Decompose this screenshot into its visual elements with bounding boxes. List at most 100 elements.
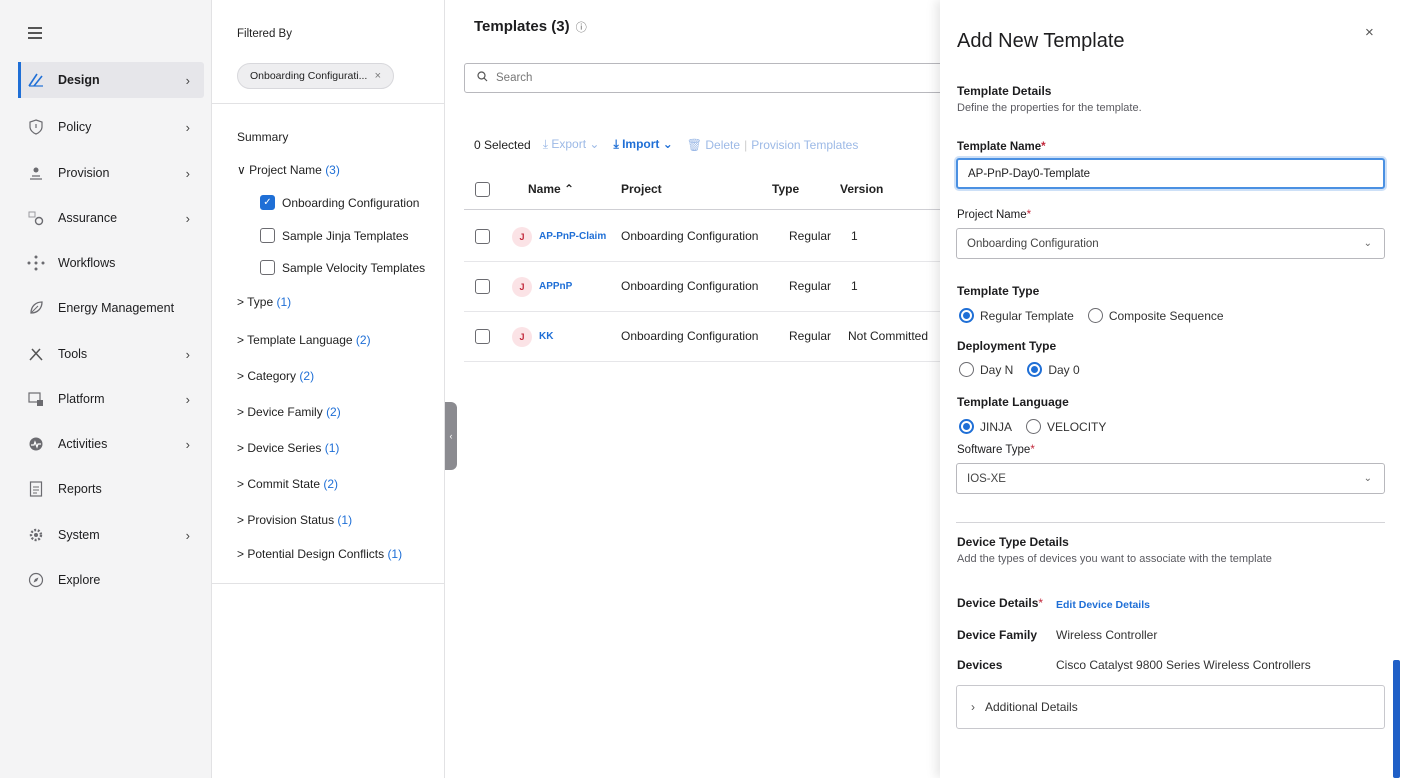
facet-provision-status[interactable]: > Provision Status (1): [237, 513, 352, 527]
add-template-drawer: Add New Template × Template Details Defi…: [940, 0, 1410, 778]
scrollbar[interactable]: [1393, 660, 1400, 778]
facet-count: (3): [325, 163, 340, 177]
facet-device-series[interactable]: > Device Series (1): [237, 441, 339, 455]
software-type-label: Software Type*: [957, 444, 1035, 456]
facet-commit-state[interactable]: > Commit State (2): [237, 477, 338, 491]
radio-velocity[interactable]: [1026, 419, 1042, 434]
nav-item-policy[interactable]: Policy ›: [18, 109, 204, 145]
facet-template-language[interactable]: > Template Language (2): [237, 333, 371, 347]
nav-item-design[interactable]: Design ›: [18, 62, 204, 98]
export-button[interactable]: ⤓ Export ⌄: [543, 137, 600, 152]
project-name-select[interactable]: Onboarding Configuration ⌄: [956, 228, 1385, 259]
info-icon[interactable]: ⓘ: [576, 22, 587, 34]
facet-category[interactable]: > Category (2): [237, 369, 314, 383]
radio-day-n[interactable]: [959, 362, 974, 377]
facet-label: Category: [247, 369, 297, 383]
facet-potential-design-conflicts[interactable]: > Potential Design Conflicts (1): [237, 547, 402, 561]
nav-label: Platform: [58, 392, 105, 406]
nav-item-reports[interactable]: Reports: [18, 471, 204, 507]
platform-icon: [26, 389, 46, 409]
close-icon[interactable]: ×: [375, 70, 381, 82]
selected-count: 0 Selected: [474, 137, 531, 152]
radio-label: Day 0: [1048, 362, 1080, 377]
nav-item-tools[interactable]: Tools ›: [18, 336, 204, 372]
facet-type[interactable]: > Type (1): [237, 295, 291, 309]
column-project[interactable]: Project: [621, 182, 662, 196]
search-input[interactable]: Search: [464, 63, 954, 93]
jinja-badge: J: [512, 277, 532, 297]
radio-regular-template[interactable]: [959, 308, 974, 323]
provision-templates-button[interactable]: Provision Templates: [751, 138, 858, 152]
chevron-right-icon: ›: [185, 165, 190, 181]
row-checkbox[interactable]: [475, 229, 490, 244]
facet-label: Template Language: [247, 333, 353, 347]
nav-item-platform[interactable]: Platform ›: [18, 381, 204, 417]
option-label: Onboarding Configuration: [282, 195, 420, 210]
close-icon[interactable]: ×: [1365, 24, 1374, 41]
column-version[interactable]: Version: [840, 182, 883, 196]
column-type[interactable]: Type: [772, 182, 799, 196]
column-name[interactable]: Name ⌃: [528, 182, 574, 196]
table-row[interactable]: J KK Onboarding Configuration Regular No…: [464, 312, 958, 362]
template-name-field[interactable]: AP-PnP-Day0-Template: [956, 158, 1385, 189]
edit-device-details-link[interactable]: Edit Device Details: [1056, 599, 1150, 611]
radio-jinja[interactable]: [959, 419, 974, 434]
radio-composite-sequence[interactable]: [1087, 308, 1103, 323]
row-checkbox[interactable]: [475, 279, 490, 294]
devices-value: Cisco Catalyst 9800 Series Wireless Cont…: [1056, 658, 1311, 672]
row-checkbox[interactable]: [475, 329, 490, 344]
select-all-checkbox[interactable]: [475, 182, 490, 197]
chevron-right-icon: >: [237, 477, 245, 491]
table-row[interactable]: J AP-PnP-Claim Onboarding Configuration …: [464, 212, 958, 262]
nav-label: Policy: [58, 120, 92, 134]
software-type-select[interactable]: IOS-XE ⌄: [956, 463, 1385, 494]
cell-project: Onboarding Configuration: [621, 229, 759, 243]
template-name-link[interactable]: APPnP: [539, 281, 572, 292]
activities-icon: [26, 434, 46, 454]
template-name-link[interactable]: AP-PnP-Claim: [539, 231, 606, 242]
option-onboarding-configuration[interactable]: ✓ Onboarding Configuration: [260, 195, 419, 210]
filter-chip[interactable]: Onboarding Configurati... ×: [237, 63, 394, 89]
table-row[interactable]: J APPnP Onboarding Configuration Regular…: [464, 262, 958, 312]
search-placeholder: Search: [496, 72, 533, 84]
nav-item-workflows[interactable]: Workflows: [18, 245, 204, 281]
device-details-row: Device Details*: [957, 596, 1043, 610]
delete-button[interactable]: 🗑 Delete: [687, 138, 740, 152]
option-sample-jinja-templates[interactable]: Sample Jinja Templates: [260, 228, 409, 243]
nav-label: Provision: [58, 166, 110, 180]
nav-item-system[interactable]: System ›: [18, 517, 204, 553]
template-name-link[interactable]: KK: [539, 331, 553, 342]
nav-item-provision[interactable]: Provision ›: [18, 155, 204, 191]
facet-count: (2): [326, 405, 341, 419]
hamburger-menu-icon[interactable]: [28, 27, 42, 39]
project-name-value: Onboarding Configuration: [967, 237, 1099, 250]
cell-version: 1: [851, 229, 858, 243]
import-button[interactable]: ⤓ Import ⌄: [613, 137, 672, 152]
nav-item-assurance[interactable]: Assurance ›: [18, 200, 204, 236]
option-sample-velocity-templates[interactable]: Sample Velocity Templates: [260, 260, 425, 275]
nav-item-explore[interactable]: Explore: [18, 562, 204, 598]
facet-count: (1): [324, 441, 340, 455]
nav-item-energy-management[interactable]: Energy Management: [18, 290, 204, 326]
facet-device-family[interactable]: > Device Family (2): [237, 405, 341, 419]
drawer-title: Add New Template: [957, 30, 1125, 52]
checkbox-icon[interactable]: [260, 260, 275, 275]
facet-project-name[interactable]: ∨ Project Name (3): [237, 163, 340, 177]
option-label: Sample Jinja Templates: [282, 228, 409, 243]
nav-label: Reports: [58, 482, 102, 496]
devices-label: Devices: [957, 658, 1003, 672]
nav-item-activities[interactable]: Activities ›: [18, 426, 204, 462]
chevron-right-icon: >: [237, 295, 245, 309]
additional-details-accordion[interactable]: › Additional Details: [956, 685, 1385, 729]
facet-label: Commit State: [247, 477, 321, 491]
checkbox-checked-icon[interactable]: ✓: [260, 195, 275, 210]
radio-day-0[interactable]: [1027, 362, 1043, 377]
chevron-right-icon: >: [237, 333, 245, 347]
radio-label: Day N: [980, 362, 1014, 377]
required-mark: *: [1030, 444, 1035, 456]
checkbox-icon[interactable]: [260, 228, 275, 243]
facet-count: (2): [299, 369, 315, 383]
template-name-label: Template Name*: [957, 141, 1046, 153]
facet-count: (1): [276, 295, 292, 309]
table-toolbar: 0 Selected ⤓ Export ⌄ ⤓ Import ⌄ 🗑 Delet…: [474, 137, 872, 152]
